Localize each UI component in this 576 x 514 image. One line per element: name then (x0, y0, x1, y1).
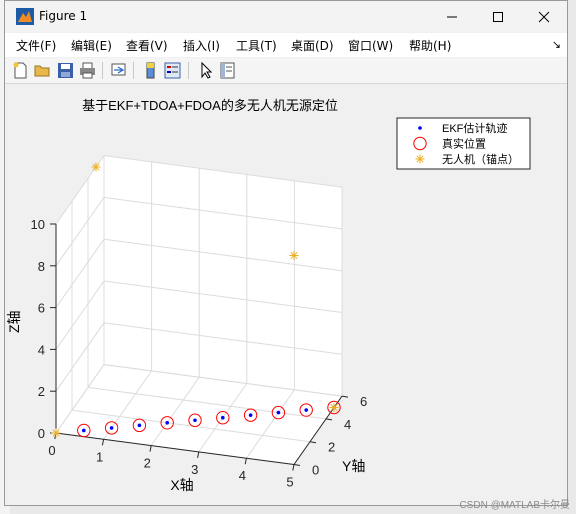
maximize-button[interactable] (475, 1, 521, 32)
x-tick-label: 3 (191, 462, 198, 477)
x-tick-label: 1 (96, 449, 103, 464)
legend-entry-label: 真实位置 (442, 137, 486, 151)
z-tick-label: 0 (38, 426, 45, 441)
x-tick-label: 5 (286, 475, 293, 490)
print-icon[interactable] (78, 61, 97, 80)
close-button[interactable] (521, 1, 567, 32)
menu-bar: 文件(F) 编辑(E) 查看(V) 插入(I) 工具(T) 桌面(D) 窗口(W… (5, 33, 567, 57)
x-tick (292, 464, 295, 471)
matlab-logo-icon (16, 8, 34, 25)
figure-window: Figure 1 文件(F) 编辑(E) 查看(V) 插入(I) 工具(T) 桌… (4, 0, 568, 506)
colorbar-icon[interactable] (141, 61, 160, 80)
y-tick (293, 464, 301, 466)
new-figure-icon[interactable] (11, 61, 30, 80)
data-point-dot (82, 428, 86, 433)
legend-icon[interactable] (163, 61, 182, 80)
legend-marker-dot (418, 126, 422, 130)
window-title: Figure 1 (39, 9, 88, 23)
data-point-star (329, 403, 339, 412)
z-tick-label: 2 (38, 384, 45, 399)
minimize-button[interactable] (429, 1, 475, 32)
data-point-dot (221, 415, 225, 420)
axes-grid (55, 155, 343, 465)
menu-desktop[interactable]: 桌面(D) (291, 37, 334, 54)
save-icon[interactable] (56, 61, 75, 80)
toolbar-separator (188, 62, 189, 79)
back-wall-pane (104, 155, 342, 397)
z-tick-label: 8 (38, 259, 45, 274)
x-axis-label: X轴 (170, 477, 193, 493)
data-point-star (289, 251, 299, 260)
data-point-dot (109, 426, 114, 430)
legend-entry-label: 无人机（锚点） (442, 152, 519, 166)
legend-marker-star (415, 154, 425, 164)
data-point-dot (193, 418, 197, 423)
title-bar[interactable]: Figure 1 (5, 1, 567, 32)
legend-entry-label: EKF估计轨迹 (442, 121, 507, 135)
y-tick-label: 6 (360, 394, 367, 409)
z-axis-label: Z轴 (6, 310, 22, 333)
data-point-dot (165, 421, 169, 425)
menu-window[interactable]: 窗口(W) (348, 37, 393, 54)
x-tick (149, 445, 152, 452)
3d-plot[interactable]: 0 1 2 3 4 502460246810 基于EKF+TDOA+FDOA的多无人机无源… (5, 84, 567, 505)
data-point-star (51, 428, 61, 438)
x-tick-label: 0 (48, 443, 55, 458)
y-tick (341, 395, 349, 398)
y-tick (309, 441, 317, 444)
data-point-star (91, 162, 101, 172)
link-icon[interactable] (109, 61, 128, 80)
close-icon (538, 11, 550, 22)
menu-view[interactable]: 查看(V) (126, 37, 168, 54)
figure-canvas[interactable]: 0 1 2 3 4 5 0 2 4 6 0 2 4 6 8 10 基于EKF+TDOA+FDOA的多无人机无源… (5, 84, 567, 505)
z-tick-label: 10 (31, 217, 45, 232)
data-point-dot (137, 423, 142, 428)
minimize-icon (447, 16, 457, 17)
z-tick-label: 4 (38, 342, 45, 357)
y-axis-label: Y轴 (342, 458, 365, 474)
open-file-icon[interactable] (33, 61, 52, 80)
y-tick-label: 4 (344, 417, 351, 432)
toolbar-separator (102, 62, 103, 79)
menu-help[interactable]: 帮助(H) (409, 37, 451, 54)
pointer-icon[interactable] (196, 61, 215, 80)
menu-overflow-arrow-icon[interactable]: ↘ (552, 38, 561, 51)
x-tick (101, 439, 105, 446)
data-point-dot (276, 410, 281, 415)
menu-tools[interactable]: 工具(T) (236, 37, 277, 54)
y-tick-label: 0 (312, 463, 319, 478)
menu-edit[interactable]: 编辑(E) (71, 37, 112, 54)
menu-insert[interactable]: 插入(I) (183, 37, 220, 54)
watermark: CSDN @MATLAB卡尔曼 (459, 500, 570, 511)
chart-title: 基于EKF+TDOA+FDOA的多无人机无源定位 (82, 98, 338, 113)
x-tick-label: 2 (144, 456, 151, 471)
menu-file[interactable]: 文件(F) (16, 37, 56, 54)
y-tick (325, 418, 333, 421)
figure-toolbar (5, 58, 567, 84)
legend[interactable]: EKF估计轨迹真实位置无人机（锚点） (396, 117, 531, 170)
y-tick-label: 2 (328, 440, 335, 455)
z-tick-label: 6 (38, 301, 45, 316)
maximize-icon (493, 11, 503, 22)
toolbar-separator (133, 62, 134, 79)
x-tick (197, 451, 200, 458)
data-point-dot (248, 413, 253, 417)
property-inspector-icon[interactable] (218, 61, 237, 80)
x-tick-label: 4 (239, 468, 246, 483)
x-tick (244, 458, 247, 465)
data-point-dot (304, 408, 309, 412)
